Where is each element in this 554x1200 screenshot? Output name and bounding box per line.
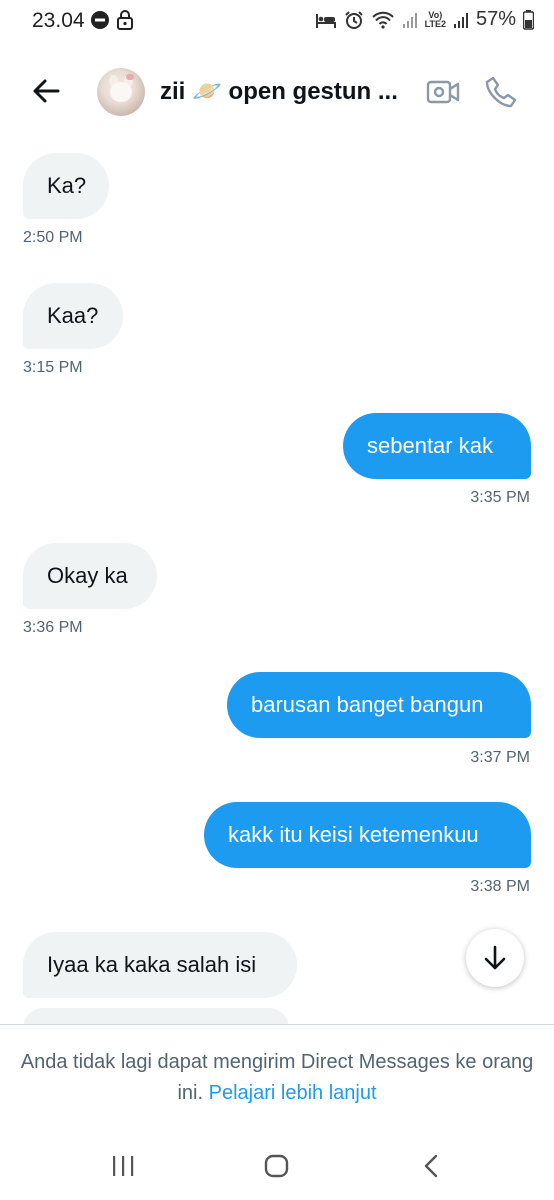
battery-icon — [523, 9, 534, 30]
status-bar: 23.04 Vo) LTE2 57% — [0, 0, 554, 44]
learn-more-link[interactable]: Pelajari lebih lanjut — [209, 1082, 377, 1104]
system-navigation-bar — [0, 1130, 554, 1200]
arrow-down-icon — [484, 945, 506, 970]
nav-back-button[interactable] — [418, 1152, 446, 1180]
message-timestamp: 3:15 PM — [23, 359, 83, 376]
avatar[interactable] — [97, 68, 145, 116]
message-bubble-outgoing[interactable]: kakk itu keisi ketemenkuu — [204, 802, 531, 868]
back-button[interactable] — [28, 73, 64, 109]
signal-icon-1 — [402, 11, 418, 29]
message-timestamp: 3:36 PM — [23, 619, 83, 636]
status-time: 23.04 — [32, 9, 85, 32]
message-bubble-incoming[interactable]: Iyaa ka kaka salah isi — [23, 932, 297, 998]
sleep-icon — [315, 11, 337, 29]
lte-label: Vo) LTE2 — [424, 9, 446, 29]
call-button[interactable] — [484, 75, 518, 109]
battery-percent: 57% — [475, 8, 516, 30]
video-camera-icon — [426, 80, 460, 104]
scroll-to-bottom-button[interactable] — [466, 929, 524, 987]
video-call-button[interactable] — [426, 75, 460, 109]
nav-recents-button[interactable] — [109, 1152, 137, 1180]
alarm-icon — [344, 10, 364, 30]
conversation-title[interactable]: zii 🪐 open gestun ... — [160, 77, 415, 106]
message-bubble-incoming[interactable]: Kaa? — [23, 283, 123, 349]
signal-icon-2 — [453, 11, 469, 29]
message-bubble-outgoing[interactable]: barusan banget bangun — [227, 672, 531, 738]
notice-text-container: Anda tidak lagi dapat mengirim Direct Me… — [20, 1047, 534, 1109]
message-bubble-outgoing[interactable]: sebentar kak — [343, 413, 531, 479]
message-timestamp: 2:50 PM — [23, 229, 83, 246]
message-bubble-incoming[interactable]: Ka? — [23, 153, 109, 219]
do-not-disturb-icon — [90, 10, 110, 35]
chevron-left-icon — [424, 1154, 438, 1178]
conversation-header: zii 🪐 open gestun ... — [0, 55, 554, 127]
message-bubble-incoming[interactable]: Okay ka — [23, 543, 157, 609]
wifi-icon — [371, 11, 395, 29]
home-icon — [264, 1154, 289, 1178]
dm-restriction-notice: Anda tidak lagi dapat mengirim Direct Me… — [0, 1024, 554, 1125]
nav-home-button[interactable] — [263, 1152, 291, 1180]
message-timestamp: 3:38 PM — [470, 878, 530, 895]
arrow-left-icon — [33, 79, 60, 103]
message-timestamp: 3:37 PM — [470, 749, 530, 766]
recents-icon — [113, 1156, 134, 1176]
phone-icon — [485, 76, 517, 108]
lock-icon — [116, 10, 134, 35]
message-timestamp: 3:35 PM — [470, 489, 530, 506]
